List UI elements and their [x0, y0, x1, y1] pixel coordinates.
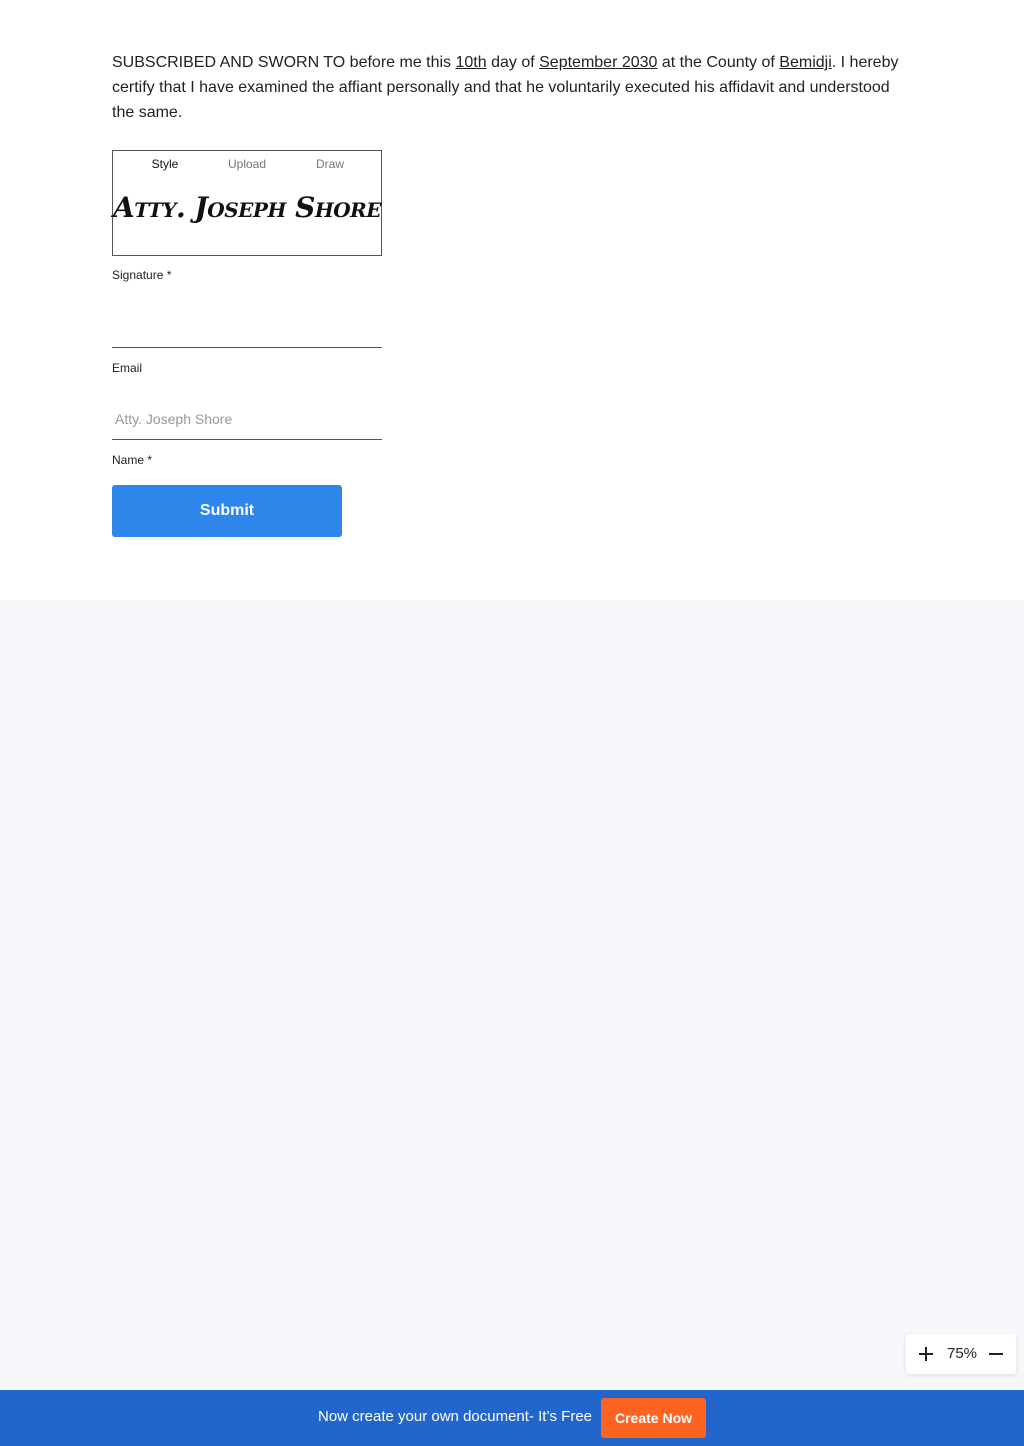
promo-text: Now create your own document- It’s Free: [318, 1408, 593, 1425]
document-page: SUBSCRIBED AND SWORN TO before me this 1…: [0, 0, 1024, 600]
affidavit-county: Bemidji: [779, 54, 832, 71]
affidavit-month-year: September 2030: [539, 54, 658, 71]
minus-icon: [989, 1353, 1003, 1355]
name-input[interactable]: [112, 404, 382, 434]
email-label: Email: [112, 361, 143, 375]
submit-button[interactable]: Submit: [112, 485, 342, 537]
plus-icon: [919, 1347, 933, 1361]
tab-style[interactable]: Style: [152, 157, 179, 171]
affidavit-paragraph: SUBSCRIBED AND SWORN TO before me this 1…: [112, 50, 912, 125]
create-now-button[interactable]: Create Now: [601, 1398, 706, 1438]
affidavit-text-3: at the County of: [657, 54, 780, 71]
zoom-out-button[interactable]: [984, 1342, 1008, 1366]
signature-label: Signature *: [112, 268, 172, 282]
name-field-underline: [112, 439, 382, 440]
promo-banner: Now create your own document- It’s Free …: [0, 1390, 1024, 1446]
signature-tabs: Style Upload Draw: [113, 157, 381, 173]
signature-widget[interactable]: Style Upload Draw Atty. Joseph Shore: [112, 150, 382, 256]
zoom-level: 75%: [946, 1345, 978, 1362]
tab-upload[interactable]: Upload: [228, 157, 266, 171]
signature-field-underline: [112, 347, 382, 348]
zoom-control: 75%: [906, 1334, 1016, 1374]
tab-draw[interactable]: Draw: [316, 157, 344, 171]
affidavit-day: 10th: [455, 54, 487, 71]
affidavit-text-1: SUBSCRIBED AND SWORN TO before me this: [112, 54, 456, 71]
signature-preview[interactable]: Atty. Joseph Shore: [113, 191, 382, 224]
affidavit-text-2: day of: [486, 54, 540, 71]
zoom-in-button[interactable]: [914, 1342, 938, 1366]
name-label: Name *: [112, 453, 153, 467]
